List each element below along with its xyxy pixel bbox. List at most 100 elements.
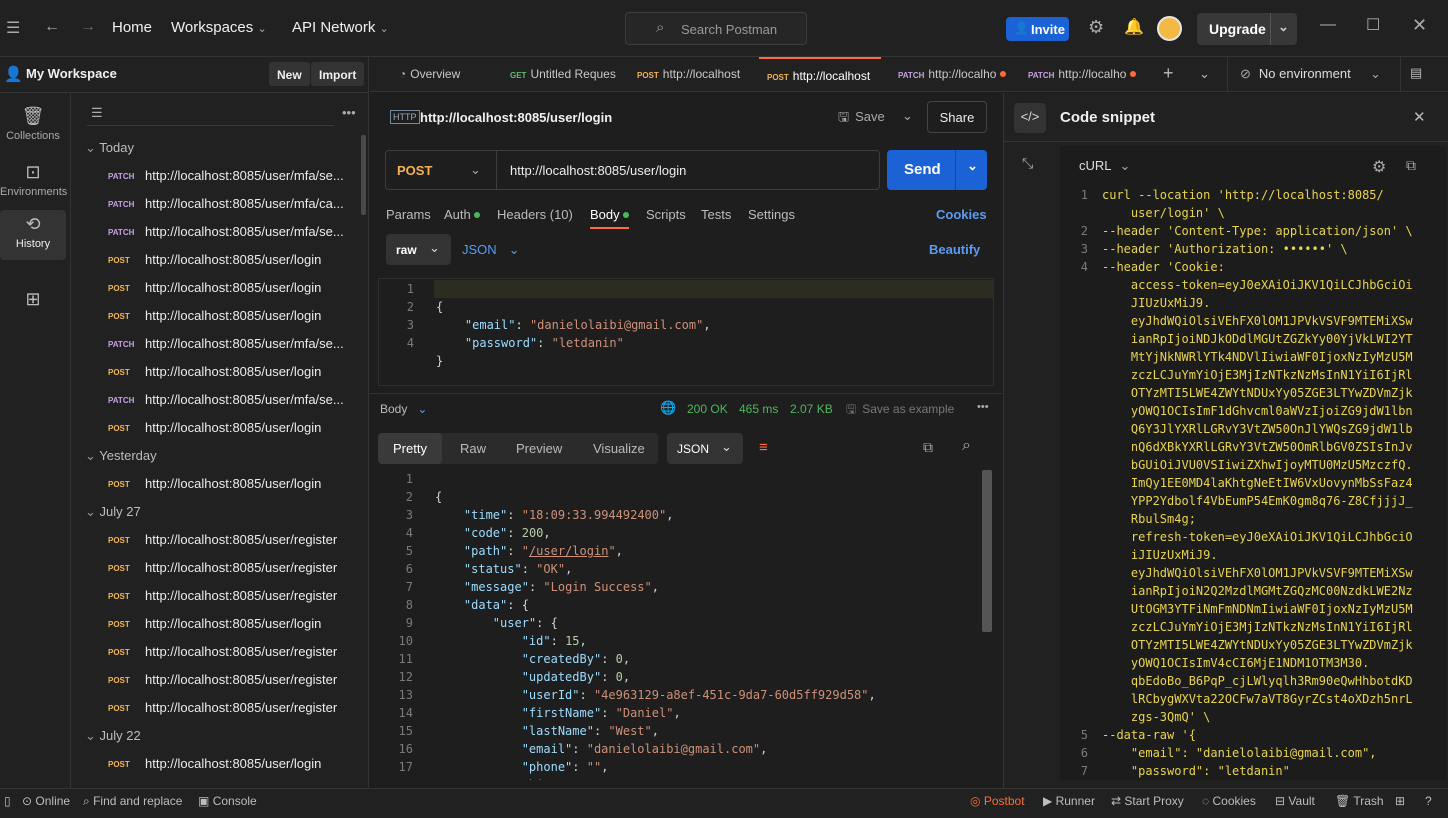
chevron-down-icon[interactable]: ⌄	[902, 108, 913, 124]
home-link[interactable]: Home	[112, 19, 152, 36]
import-button[interactable]: Import	[311, 62, 365, 86]
method-select[interactable]: POST	[397, 163, 432, 178]
response-time[interactable]: 465 ms	[739, 402, 778, 416]
body-language-select[interactable]: JSON ⌄	[462, 242, 520, 258]
history-item[interactable]: PATCH http://localhost:8085/user/mfa/se..…	[108, 392, 353, 412]
sidebar-toggle-icon[interactable]: ▯	[4, 794, 11, 808]
history-group-header[interactable]: ⌄ Today	[85, 140, 134, 156]
gear-icon[interactable]: ⚙	[1372, 157, 1386, 177]
api-network-menu[interactable]: API Network ⌄	[292, 19, 389, 36]
tab-patch-2[interactable]: PATCH http://localho	[1028, 57, 1146, 92]
close-icon[interactable]: ✕	[1412, 15, 1427, 36]
globe-icon[interactable]: 🌐	[660, 400, 676, 416]
save-button[interactable]: 🖫 Save	[838, 108, 885, 130]
vault-button[interactable]: ⊟ Vault	[1275, 794, 1315, 808]
tab-settings[interactable]: Settings	[748, 207, 795, 222]
history-item[interactable]: POST http://localhost:8085/user/login	[108, 756, 353, 776]
bell-icon[interactable]: 🔔	[1124, 17, 1144, 37]
avatar[interactable]	[1157, 16, 1182, 41]
tab-visualize[interactable]: Visualize	[593, 441, 645, 456]
tab-body[interactable]: Body	[590, 207, 629, 229]
copy-icon[interactable]: ⧉	[1406, 157, 1416, 174]
tab-raw[interactable]: Raw	[460, 441, 486, 456]
tab-preview[interactable]: Preview	[516, 441, 562, 456]
rail-history[interactable]: ⟲ History	[0, 210, 66, 260]
search-input[interactable]: ⌕ Search Postman	[625, 12, 807, 45]
help-icon[interactable]: ?	[1425, 794, 1432, 808]
history-item[interactable]: POST http://localhost:8085/user/login	[108, 280, 353, 300]
scrollbar[interactable]	[982, 470, 992, 632]
send-button[interactable]: Send ⌄	[887, 150, 987, 190]
workspaces-menu[interactable]: Workspaces ⌄	[171, 19, 267, 36]
share-button[interactable]: Share	[927, 101, 987, 133]
snippet-language-select[interactable]: cURL ⌄	[1079, 158, 1130, 174]
tab-post-1[interactable]: POST http://localhost	[637, 57, 749, 92]
tab-overview[interactable]: ◔ Overview	[399, 57, 501, 92]
rail-collections[interactable]: 🗑 Collections	[0, 102, 66, 152]
response-body-select[interactable]: Body ⌄	[380, 402, 427, 416]
chevron-down-icon[interactable]: ⌄	[470, 162, 481, 178]
history-filter-input[interactable]: ☰	[87, 102, 334, 126]
history-item[interactable]: POST http://localhost:8085/user/register	[108, 532, 353, 552]
trash-button[interactable]: 🗑 Trash	[1335, 794, 1384, 808]
response-body[interactable]: 1 2 3 4 5 6 7 8 9 10 11 12 13 14 15 16 17 { "time": "18:…	[378, 470, 994, 780]
layout-icon[interactable]: ⊞	[1395, 794, 1405, 808]
response-size[interactable]: 2.07 KB	[790, 402, 833, 416]
url-input[interactable]: http://localhost:8085/user/login	[510, 163, 686, 178]
history-item[interactable]: POST http://localhost:8085/user/register	[108, 644, 353, 664]
back-arrow-icon[interactable]: ←	[44, 18, 60, 36]
history-item[interactable]: POST http://localhost:8085/user/login	[108, 420, 353, 440]
upgrade-button[interactable]: Upgrade ⌄	[1197, 13, 1297, 45]
invite-button[interactable]: 👤 Invite	[1006, 17, 1069, 41]
body-mode-select[interactable]: raw ⌄	[386, 234, 451, 265]
scrollbar[interactable]	[361, 135, 366, 215]
forward-arrow-icon[interactable]: →	[80, 18, 96, 36]
save-as-example-button[interactable]: 🖫 Save as example	[846, 400, 954, 421]
cookies-button[interactable]: ◌ Cookies	[1202, 794, 1256, 808]
code-icon[interactable]: </>	[1014, 103, 1046, 133]
body-editor[interactable]: 1 2 3 4 { "email": "danielolaibi@gmail.com"…	[378, 278, 994, 386]
new-tab-icon[interactable]: +	[1163, 63, 1174, 84]
minimize-icon[interactable]: —	[1320, 16, 1336, 34]
request-title[interactable]: http://localhost:8085/user/login	[420, 110, 612, 125]
tab-tests[interactable]: Tests	[701, 207, 731, 222]
history-group-header[interactable]: ⌄ July 27	[85, 504, 141, 520]
wrap-lines-icon[interactable]: ≡	[759, 439, 768, 456]
runner-button[interactable]: ▶ Runner	[1043, 794, 1095, 808]
history-item[interactable]: POST http://localhost:8085/user/register	[108, 700, 353, 720]
history-item[interactable]: POST http://localhost:8085/user/login	[108, 252, 353, 272]
tab-scripts[interactable]: Scripts	[646, 207, 686, 222]
history-item[interactable]: POST http://localhost:8085/user/register	[108, 560, 353, 580]
workspace-name[interactable]: My Workspace	[26, 66, 117, 81]
search-icon[interactable]: ⌕	[962, 437, 971, 455]
history-item[interactable]: PATCH http://localhost:8085/user/mfa/ca..…	[108, 196, 353, 216]
tab-pretty[interactable]: Pretty	[378, 433, 442, 464]
history-item[interactable]: POST http://localhost:8085/user/login	[108, 308, 353, 328]
tab-untitled[interactable]: GET Untitled Reques	[510, 57, 628, 92]
history-item[interactable]: POST http://localhost:8085/user/register	[108, 588, 353, 608]
tab-headers[interactable]: Headers (10)	[497, 207, 573, 222]
new-button[interactable]: New	[269, 62, 310, 86]
history-item[interactable]: PATCH http://localhost:8085/user/mfa/se..…	[108, 168, 353, 188]
online-status[interactable]: ⊙ Online	[22, 794, 70, 808]
tab-params[interactable]: Params	[386, 207, 431, 222]
history-item[interactable]: POST http://localhost:8085/user/login	[108, 476, 353, 496]
copy-icon[interactable]: ⧉	[923, 439, 933, 456]
response-format-select[interactable]: JSON ⌄	[667, 433, 743, 464]
rail-configure[interactable]: ⊞	[0, 285, 66, 335]
tab-auth[interactable]: Auth	[444, 207, 480, 222]
history-group-header[interactable]: ⌄ Yesterday	[85, 448, 157, 464]
gear-icon[interactable]: ⚙	[1088, 17, 1104, 38]
history-group-header[interactable]: ⌄ July 22	[85, 728, 141, 744]
more-options-icon[interactable]: •••	[342, 105, 356, 120]
environment-select[interactable]: ⊘ No environment ⌄	[1240, 66, 1381, 82]
beautify-button[interactable]: Beautify	[929, 242, 980, 257]
history-item[interactable]: PATCH http://localhost:8085/user/mfa/se..…	[108, 336, 353, 356]
menu-icon[interactable]: ☰	[6, 18, 20, 38]
maximize-icon[interactable]: ☐	[1366, 15, 1380, 35]
chevron-down-icon[interactable]: ⌄	[1199, 66, 1210, 82]
history-item[interactable]: POST http://localhost:8085/user/register	[108, 672, 353, 692]
tab-post-active[interactable]: POST http://localhost	[759, 57, 881, 92]
chevron-down-icon[interactable]: ⌄	[1278, 19, 1289, 35]
history-item[interactable]: PATCH http://localhost:8085/user/mfa/se..…	[108, 224, 353, 244]
